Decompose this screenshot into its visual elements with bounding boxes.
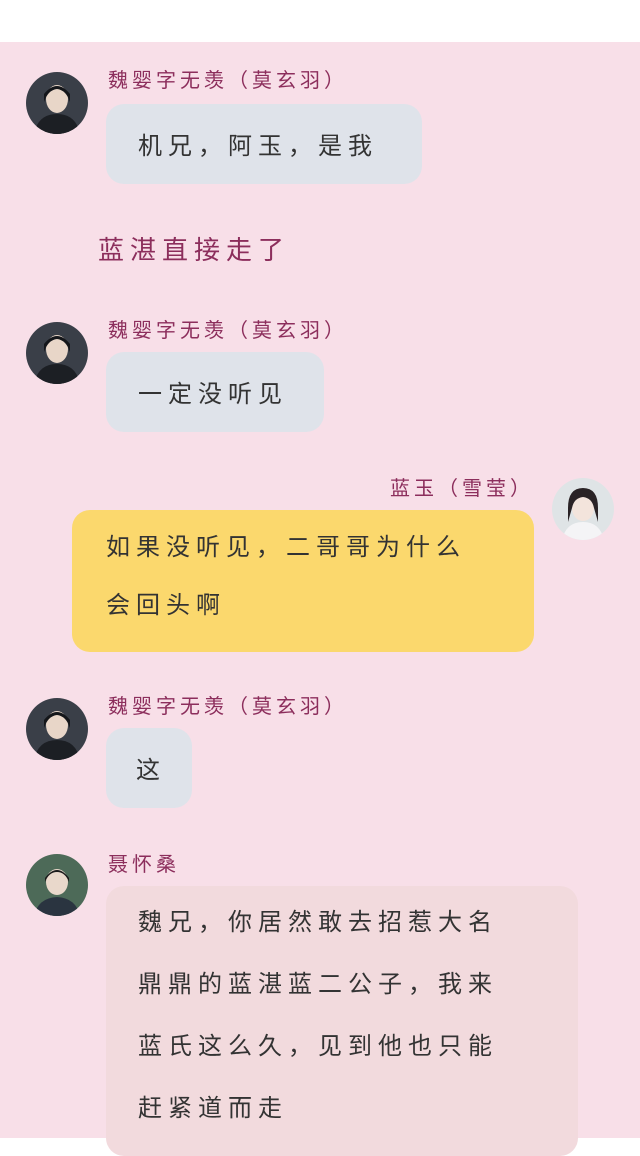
sender-name: 聂怀桑 bbox=[108, 852, 180, 876]
avatar[interactable] bbox=[26, 854, 88, 916]
message-text: 一定没听见 bbox=[138, 380, 288, 408]
message-text: 这 bbox=[136, 756, 166, 784]
sender-name: 魏婴字无羡（莫玄羽） bbox=[108, 694, 348, 718]
message-line: 赶紧道而走 bbox=[138, 1094, 288, 1122]
sender-name: 魏婴字无羡（莫玄羽） bbox=[108, 68, 348, 92]
avatar[interactable] bbox=[26, 72, 88, 134]
sender-name: 魏婴字无羡（莫玄羽） bbox=[108, 318, 348, 342]
narration-text: 蓝湛直接走了 bbox=[98, 236, 291, 266]
message-bubble[interactable]: 如果没听见，二哥哥为什么 会回头啊 bbox=[72, 510, 534, 652]
message-line: 鼎鼎的蓝湛蓝二公子，我来 bbox=[138, 970, 498, 998]
avatar[interactable] bbox=[26, 322, 88, 384]
message-line: 蓝氏这么久，见到他也只能 bbox=[138, 1032, 498, 1060]
avatar[interactable] bbox=[552, 478, 614, 540]
message-text: 机兄，阿玉，是我 bbox=[138, 132, 378, 160]
sender-name: 蓝玉（雪莹） bbox=[390, 476, 534, 500]
message-line: 会回头啊 bbox=[106, 591, 226, 619]
message-bubble[interactable]: 机兄，阿玉，是我 bbox=[106, 104, 422, 184]
message-bubble[interactable]: 这 bbox=[106, 728, 192, 808]
message-line: 如果没听见，二哥哥为什么 bbox=[106, 533, 466, 561]
message-bubble[interactable]: 一定没听见 bbox=[106, 352, 324, 432]
message-line: 魏兄，你居然敢去招惹大名 bbox=[138, 908, 498, 936]
avatar[interactable] bbox=[26, 698, 88, 760]
message-bubble[interactable]: 魏兄，你居然敢去招惹大名 鼎鼎的蓝湛蓝二公子，我来 蓝氏这么久，见到他也只能 赶… bbox=[106, 886, 578, 1156]
